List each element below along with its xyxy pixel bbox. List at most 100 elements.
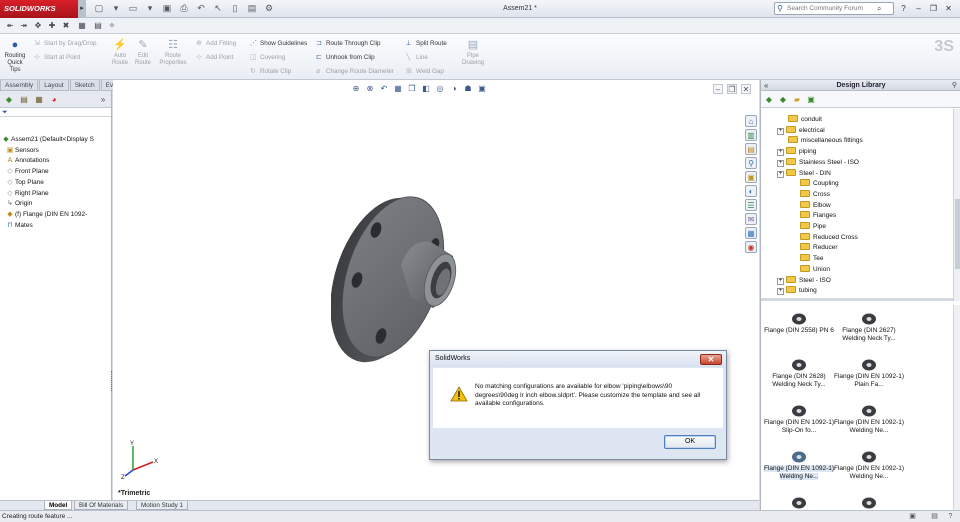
library-folder-item[interactable]: Union bbox=[789, 264, 830, 275]
library-file-item[interactable]: Flange (DIN 2558) PN 6 bbox=[761, 313, 837, 335]
library-folder-item[interactable]: + Steel - DIN bbox=[777, 168, 831, 179]
weld-gap-button[interactable]: ⊞ Weld Gap bbox=[406, 67, 444, 76]
feature-tree-item[interactable]: ⊓ Mates bbox=[5, 221, 32, 231]
library-file-item[interactable]: Flange (DIN EN 1092-1) Welding Ne... bbox=[831, 405, 907, 435]
library-file-item[interactable]: Flange (DIN 2628) Welding Neck Ty... bbox=[761, 359, 837, 389]
route-through-clip-button[interactable]: ⊐ Route Through Clip bbox=[316, 39, 381, 48]
print-icon[interactable]: ⎙ bbox=[177, 2, 191, 15]
view-settings-icon[interactable]: ▣ bbox=[476, 83, 488, 95]
dropdown-icon[interactable]: ▾ bbox=[109, 2, 123, 15]
tree-scrollbar-thumb[interactable] bbox=[955, 199, 960, 269]
new-document-icon[interactable]: ▢ bbox=[92, 2, 106, 15]
bottom-tab-motion-study-1[interactable]: Motion Study 1 bbox=[136, 501, 189, 510]
library-folder-item[interactable]: + Steel - ISO bbox=[777, 275, 831, 286]
refresh-icon[interactable]: ▣ bbox=[806, 94, 816, 105]
zoom-to-area-icon[interactable]: ⊗ bbox=[364, 83, 376, 95]
covering-button[interactable]: ◫ Covering bbox=[250, 53, 285, 62]
minimize-icon[interactable]: – bbox=[913, 2, 924, 15]
apply-scene-icon[interactable]: ☗ bbox=[462, 83, 474, 95]
pin-pane-icon[interactable]: ⚲ bbox=[952, 80, 957, 91]
custom-properties-icon[interactable]: ☰ bbox=[745, 199, 757, 211]
split-route-button[interactable]: ⟂ Split Route bbox=[406, 39, 447, 48]
restore-icon[interactable]: ❐ bbox=[928, 2, 939, 15]
feature-tree-item[interactable]: ◇ Right Plane bbox=[5, 189, 48, 199]
propertymanager-tab-icon[interactable]: ▤ bbox=[18, 94, 30, 105]
close-icon[interactable]: ✕ bbox=[943, 2, 954, 15]
tree-icon[interactable]: ▤ bbox=[92, 20, 104, 32]
library-folder-item[interactable]: conduit bbox=[777, 115, 822, 125]
arrow-left-icon[interactable]: ↞ bbox=[4, 20, 16, 32]
library-folder-item[interactable]: Pipe bbox=[789, 222, 826, 232]
appearances-icon[interactable]: ◐ bbox=[745, 185, 757, 197]
filter-icon[interactable]: ⏷ bbox=[0, 108, 111, 117]
solidworks-resources-icon[interactable]: ⌂ bbox=[745, 115, 757, 127]
expand-icon[interactable]: + bbox=[777, 127, 784, 135]
feature-tree-item[interactable]: ↳ Origin bbox=[5, 199, 32, 209]
pin-icon[interactable]: ✧ bbox=[106, 20, 118, 32]
show-guidelines-button[interactable]: ⋰ Show Guidelines bbox=[250, 39, 307, 48]
library-folder-item[interactable]: Tee bbox=[789, 254, 823, 264]
library-file-item[interactable]: Flange (DIN EN 1092-1) Plain Fa... bbox=[831, 359, 907, 389]
library-folder-item[interactable]: + electrical bbox=[777, 125, 825, 136]
zoom-to-fit-icon[interactable]: ⊕ bbox=[350, 83, 362, 95]
feature-tree-item[interactable]: ▣ Sensors bbox=[5, 146, 39, 156]
files-scrollbar[interactable] bbox=[953, 305, 960, 510]
tab-sketch[interactable]: Sketch bbox=[69, 80, 100, 91]
select-icon[interactable]: ↖ bbox=[211, 2, 225, 15]
library-folder-item[interactable]: + piping bbox=[777, 147, 816, 157]
bottom-tab-model[interactable]: Model bbox=[44, 501, 73, 510]
library-file-item[interactable] bbox=[761, 497, 837, 511]
add-point-button[interactable]: ⊹ Add Point bbox=[196, 53, 233, 62]
configurationmanager-tab-icon[interactable]: ▦ bbox=[33, 94, 45, 105]
edit-route-button[interactable]: ✎ Edit Route bbox=[133, 38, 153, 67]
tab-layout[interactable]: Layout bbox=[39, 80, 69, 91]
dropdown-icon[interactable]: ▾ bbox=[143, 2, 157, 15]
forward-icon[interactable]: ◆ bbox=[778, 94, 788, 105]
search-task-icon[interactable]: ⚲ bbox=[745, 157, 757, 169]
display-manager-tab-icon[interactable]: ◕ bbox=[48, 94, 60, 105]
dialog-close-icon[interactable]: ✕ bbox=[700, 354, 722, 365]
library-folder-item[interactable]: Elbow bbox=[789, 200, 831, 211]
search-input[interactable] bbox=[787, 5, 877, 12]
add-fitting-button[interactable]: ⊕ Add Fitting bbox=[196, 39, 236, 48]
routing-quick-tips-button[interactable]: ● Routing Quick Tips bbox=[3, 38, 27, 74]
rotate-clip-button[interactable]: ↻ Rotate Clip bbox=[250, 67, 291, 76]
options-icon[interactable]: ⚙ bbox=[262, 2, 276, 15]
delete-icon[interactable]: ✖ bbox=[60, 20, 72, 32]
start-by-drag-drop-button[interactable]: ⇲ Start by Drag/Drop bbox=[34, 39, 97, 48]
arrow-right-icon[interactable]: ↠ bbox=[18, 20, 30, 32]
feature-tree-item[interactable]: A Annotations bbox=[5, 156, 50, 166]
library-folder-item[interactable]: Reducer bbox=[789, 243, 838, 253]
library-folder-item[interactable]: Flanges bbox=[789, 211, 836, 221]
add-file-location-icon[interactable]: ▰ bbox=[792, 94, 802, 105]
feature-tree-item[interactable]: ◇ Front Plane bbox=[5, 167, 48, 177]
solidworks-logo[interactable]: SOLIDWORKS bbox=[0, 0, 78, 18]
file-properties-icon[interactable]: ▤ bbox=[245, 2, 259, 15]
search-go-icon[interactable]: ⌕ bbox=[877, 4, 887, 14]
help-status-icon[interactable]: ? bbox=[946, 512, 955, 521]
menu-arrow-icon[interactable]: ▸ bbox=[78, 0, 86, 18]
library-file-item[interactable]: Flange (DIN EN 1092-1) Slip-On fo... bbox=[761, 405, 837, 435]
recording-icon[interactable]: ◉ bbox=[745, 241, 757, 253]
move-icon[interactable]: ✥ bbox=[32, 20, 44, 32]
tab-assembly[interactable]: Assembly bbox=[0, 80, 39, 91]
library-file-item[interactable]: Flange (DIN EN 1092-1) Welding Ne... bbox=[831, 451, 907, 481]
unhook-from-clip-button[interactable]: ⊏ Unhook from Clip bbox=[316, 53, 375, 62]
library-file-item[interactable]: Flange (DIN EN 1092-1) Welding Ne... bbox=[761, 451, 837, 481]
start-at-point-button[interactable]: ⊹ Start at Point bbox=[34, 53, 80, 62]
viewport-close-icon[interactable]: ✕ bbox=[741, 84, 751, 94]
section-view-icon[interactable]: ▦ bbox=[392, 83, 404, 95]
undo-icon[interactable]: ↶ bbox=[194, 2, 208, 15]
hide-show-icon[interactable]: ◎ bbox=[434, 83, 446, 95]
expand-pane-icon[interactable]: » bbox=[97, 94, 109, 105]
feature-tree-item[interactable]: ◆ (f) Flange (DIN EN 1092- bbox=[5, 210, 87, 220]
library-folder-item[interactable]: Cross bbox=[789, 189, 830, 200]
line-button[interactable]: ╲ Line bbox=[406, 53, 428, 62]
expand-icon[interactable]: + bbox=[777, 159, 784, 167]
expand-icon[interactable]: + bbox=[777, 277, 784, 285]
rebuild-status-icon[interactable]: ▣ bbox=[908, 512, 917, 521]
library-file-item[interactable]: Flange (DIN 2627) Welding Neck Ty... bbox=[831, 313, 907, 343]
tree-scrollbar[interactable] bbox=[953, 109, 960, 301]
edit-appearance-icon[interactable]: ◑ bbox=[448, 83, 460, 95]
toolbox-icon[interactable]: ▦ bbox=[745, 227, 757, 239]
